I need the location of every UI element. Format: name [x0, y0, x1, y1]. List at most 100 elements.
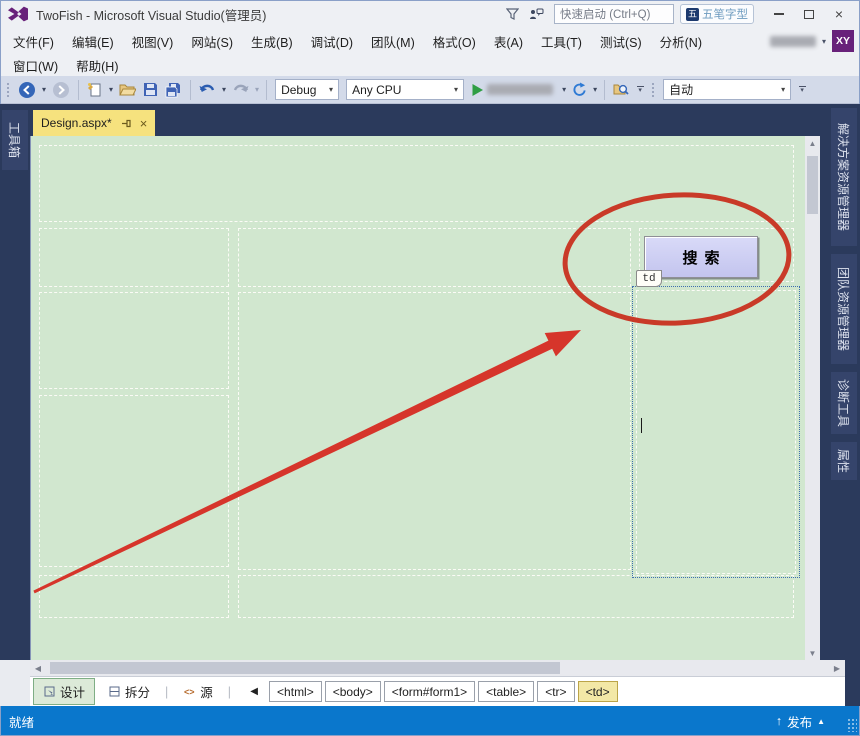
- title-bar: TwoFish - Microsoft Visual Studio(管理员) 快…: [0, 0, 860, 28]
- new-item-button[interactable]: [85, 79, 105, 101]
- scroll-down-icon[interactable]: ▼: [805, 646, 820, 660]
- horizontal-scrollbar[interactable]: ◀ ▶: [30, 660, 845, 676]
- menu-window[interactable]: 窗口(W): [4, 53, 67, 78]
- design-surface[interactable]: 搜索 td: [30, 136, 805, 660]
- navigate-back-dropdown-icon[interactable]: ▾: [41, 85, 47, 94]
- menu-help[interactable]: 帮助(H): [67, 53, 127, 78]
- table-cell-middle-main[interactable]: [238, 292, 631, 570]
- sidebar-tab-toolbox[interactable]: 工具箱: [2, 110, 28, 170]
- document-tab-design-aspx[interactable]: Design.aspx* ×: [33, 110, 155, 136]
- menu-format[interactable]: 格式(O): [424, 29, 485, 54]
- minimize-button[interactable]: [764, 3, 794, 25]
- ime-indicator[interactable]: 五 五笔字型: [680, 4, 754, 24]
- horizontal-scroll-thumb[interactable]: [50, 662, 560, 674]
- maximize-button[interactable]: [794, 3, 824, 25]
- new-item-dropdown-icon[interactable]: ▾: [108, 85, 114, 94]
- table-cell-middle-top[interactable]: [238, 228, 631, 287]
- chevron-down-icon[interactable]: ▾: [822, 37, 826, 46]
- formatting-combo[interactable]: 自动 ▾: [663, 79, 791, 100]
- menu-view[interactable]: 视图(V): [123, 29, 183, 54]
- sidebar-tab-team-explorer[interactable]: 团队资源管理器: [831, 254, 857, 364]
- design-view-button[interactable]: 设计: [33, 678, 95, 705]
- start-debug-button[interactable]: [469, 79, 558, 101]
- open-file-button[interactable]: [117, 79, 138, 101]
- user-name-blurred[interactable]: [770, 36, 816, 47]
- split-view-button[interactable]: 拆分: [98, 678, 160, 705]
- solution-configuration-combo[interactable]: Debug ▾: [275, 79, 339, 100]
- breadcrumb-back-icon[interactable]: ◀: [246, 682, 262, 702]
- redo-dropdown-icon[interactable]: ▾: [254, 85, 260, 94]
- menu-edit[interactable]: 编辑(E): [63, 29, 123, 54]
- selected-td-cell[interactable]: [632, 286, 800, 578]
- menu-row-1: 文件(F) 编辑(E) 视图(V) 网站(S) 生成(B) 调试(D) 团队(M…: [0, 28, 860, 54]
- pin-icon[interactable]: [121, 118, 131, 129]
- table-cell-header[interactable]: [39, 145, 794, 222]
- browser-name-blurred: [487, 84, 553, 95]
- menu-table[interactable]: 表(A): [485, 29, 532, 54]
- menu-website[interactable]: 网站(S): [182, 29, 242, 54]
- quick-launch-input[interactable]: 快速启动 (Ctrl+Q): [554, 4, 674, 24]
- breadcrumb-table-tag[interactable]: <table>: [478, 681, 534, 702]
- sidebar-tab-properties[interactable]: 属性: [831, 442, 857, 480]
- close-tab-icon[interactable]: ×: [140, 117, 148, 130]
- undo-dropdown-icon[interactable]: ▾: [221, 85, 227, 94]
- menu-test[interactable]: 测试(S): [591, 29, 651, 54]
- navigate-back-button[interactable]: [16, 79, 38, 101]
- toolbar-separator: [604, 80, 605, 100]
- toolbar-grip[interactable]: [651, 82, 656, 98]
- feedback-icon[interactable]: [524, 4, 548, 24]
- chevron-down-icon: ▾: [448, 85, 458, 94]
- toolbar-grip[interactable]: [6, 82, 11, 98]
- undo-button[interactable]: [197, 79, 218, 101]
- vertical-scroll-thumb[interactable]: [807, 156, 818, 214]
- breadcrumb-form-tag[interactable]: <form#form1>: [384, 681, 475, 702]
- scroll-left-icon[interactable]: ◀: [30, 660, 46, 676]
- source-view-button[interactable]: <> 源: [173, 678, 223, 705]
- scroll-up-icon[interactable]: ▲: [805, 136, 820, 150]
- navigate-forward-button[interactable]: [50, 79, 72, 101]
- ime-label: 五笔字型: [702, 6, 748, 22]
- document-well: Design.aspx* ×: [30, 104, 820, 660]
- breadcrumb-body-tag[interactable]: <body>: [325, 681, 381, 702]
- table-cell-left-1[interactable]: [39, 228, 229, 287]
- avatar[interactable]: XY: [832, 30, 854, 52]
- refresh-button[interactable]: [570, 79, 589, 101]
- menu-tools[interactable]: 工具(T): [532, 29, 591, 54]
- vertical-scrollbar[interactable]: ▲ ▼: [805, 136, 820, 660]
- menu-analyze[interactable]: 分析(N): [651, 29, 711, 54]
- find-in-files-button[interactable]: [611, 79, 631, 101]
- start-debug-dropdown-icon[interactable]: ▾: [561, 85, 567, 94]
- menu-debug[interactable]: 调试(D): [302, 29, 362, 54]
- split-view-label: 拆分: [125, 682, 150, 701]
- sidebar-tab-solution-explorer[interactable]: 解决方案资源管理器: [831, 108, 857, 246]
- table-cell-bottom-left[interactable]: [39, 575, 229, 618]
- save-all-button[interactable]: [163, 79, 184, 101]
- scroll-right-icon[interactable]: ▶: [829, 660, 845, 676]
- resize-grip[interactable]: [847, 718, 857, 732]
- menu-build[interactable]: 生成(B): [242, 29, 302, 54]
- sidebar-tab-diagnostic-tools[interactable]: 诊断工具: [831, 372, 857, 434]
- editor-row: 搜索 td ▲ ▼: [30, 136, 820, 660]
- save-button[interactable]: [141, 79, 160, 101]
- separator: |: [226, 685, 233, 699]
- toolbar-overflow-icon[interactable]: ▾: [796, 86, 808, 94]
- menu-team[interactable]: 团队(M): [362, 29, 424, 54]
- solution-platform-combo[interactable]: Any CPU ▾: [346, 79, 464, 100]
- horizontal-scroll-track[interactable]: [46, 660, 829, 676]
- filter-icon[interactable]: [500, 4, 524, 24]
- table-cell-bottom-right[interactable]: [238, 575, 794, 618]
- breadcrumb-td-tag[interactable]: <td>: [578, 681, 618, 702]
- breadcrumb-html-tag[interactable]: <html>: [269, 681, 322, 702]
- menu-file[interactable]: 文件(F): [4, 29, 63, 54]
- standard-toolbar: ▾ ▾ ▾ ▾ Debug ▾ Any C: [0, 76, 860, 104]
- td-tag-label[interactable]: td: [636, 270, 662, 287]
- table-cell-left-2[interactable]: [39, 292, 229, 389]
- table-cell-left-3[interactable]: [39, 395, 229, 567]
- redo-button[interactable]: [230, 79, 251, 101]
- close-button[interactable]: ×: [824, 3, 854, 25]
- refresh-dropdown-icon[interactable]: ▾: [592, 85, 598, 94]
- toolbar-overflow-icon[interactable]: ▾: [634, 86, 646, 94]
- status-ready-text: 就绪: [9, 712, 34, 731]
- breadcrumb-tr-tag[interactable]: <tr>: [537, 681, 574, 702]
- publish-button[interactable]: ↑ 发布 ▲: [776, 712, 851, 731]
